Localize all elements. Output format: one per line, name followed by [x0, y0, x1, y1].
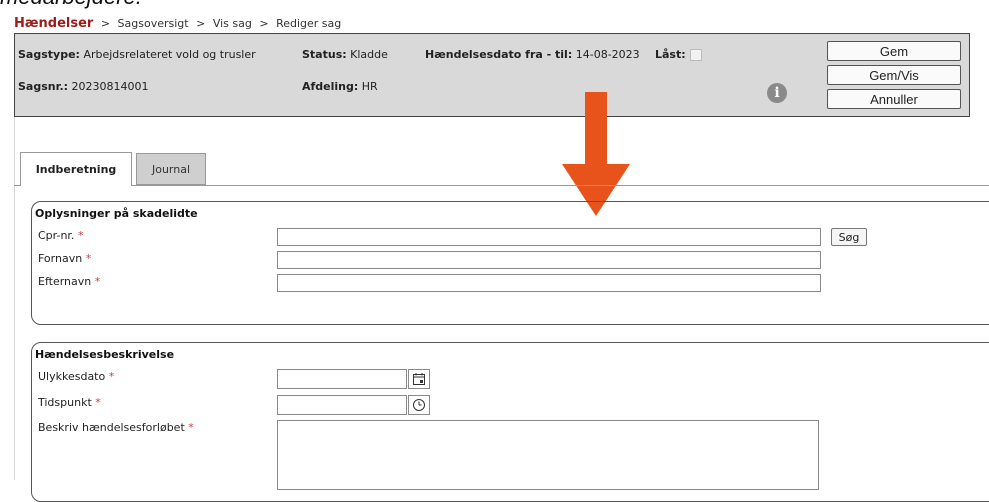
injured-section-title: Oplysninger på skadelidte [35, 207, 198, 220]
event-section-title: Hændelsesbeskrivelse [35, 348, 175, 361]
breadcrumb-item-rediger-sag: Rediger sag [276, 17, 342, 30]
case-number-value: 20230814001 [71, 80, 149, 93]
description-label-text: Beskriv hændelsesforløbet [38, 421, 185, 434]
clock-icon [413, 399, 425, 411]
last-name-label: Efternavn * [38, 275, 100, 288]
case-type: Sagstype: Arbejdsrelateret vold og trusl… [18, 48, 256, 61]
info-icon[interactable]: i [767, 83, 787, 103]
calendar-icon [413, 373, 425, 385]
case-number: Sagsnr.: 20230814001 [18, 80, 149, 93]
required-marker: * [94, 275, 101, 288]
time-label: Tidspunkt * [38, 396, 101, 409]
first-name-input[interactable] [277, 251, 821, 269]
breadcrumb-separator: > [100, 17, 111, 30]
cpr-input[interactable] [277, 228, 821, 246]
case-department-label: Afdeling: [302, 80, 359, 93]
save-button[interactable]: Gem [827, 41, 961, 61]
accident-date-label-text: Ulykkesdato [38, 370, 106, 383]
breadcrumb-root[interactable]: Hændelser [14, 16, 93, 31]
case-header: Sagstype: Arbejdsrelateret vold og trusl… [14, 33, 970, 117]
document-top-text: medarbejdere. [0, 0, 142, 10]
content-left-border [14, 117, 15, 480]
required-marker: * [77, 229, 84, 242]
breadcrumb: Hændelser > Sagsoversigt > Vis sag > Red… [14, 16, 341, 31]
case-type-value: Arbejdsrelateret vold og trusler [83, 48, 256, 61]
last-name-label-text: Efternavn [38, 275, 92, 288]
required-marker: * [95, 396, 101, 409]
cpr-label: Cpr-nr. * [38, 229, 83, 242]
case-date-range: Hændelsesdato fra - til: 14-08-2023 [425, 48, 640, 61]
tab-divider [14, 185, 989, 186]
clock-button[interactable] [408, 395, 430, 415]
arrow-down-icon [562, 92, 630, 216]
time-input[interactable] [277, 395, 407, 415]
tab-journal[interactable]: Journal [136, 153, 206, 185]
breadcrumb-separator: > [259, 17, 269, 30]
description-label: Beskriv hændelsesforløbet * [38, 421, 194, 434]
first-name-label-text: Fornavn [38, 252, 83, 265]
accident-date-input[interactable] [277, 369, 407, 389]
calendar-button[interactable] [408, 369, 430, 389]
first-name-label: Fornavn * [38, 252, 91, 265]
case-date-range-value: 14-08-2023 [575, 48, 640, 61]
tab-indberetning[interactable]: Indberetning [20, 152, 132, 186]
search-button[interactable]: Søg [831, 228, 867, 246]
case-date-range-label: Hændelsesdato fra - til: [425, 48, 573, 61]
breadcrumb-item-sagsoversigt[interactable]: Sagsoversigt [118, 17, 189, 30]
case-type-label: Sagstype: [18, 48, 80, 61]
time-label-text: Tidspunkt [38, 396, 92, 409]
breadcrumb-item-vis-sag[interactable]: Vis sag [213, 17, 252, 30]
breadcrumb-separator: > [196, 17, 206, 30]
cancel-button[interactable]: Annuller [827, 89, 961, 109]
case-locked: Låst: [655, 48, 702, 61]
required-marker: * [188, 421, 194, 434]
case-status-value: Kladde [350, 48, 388, 61]
case-department: Afdeling: HR [302, 80, 378, 93]
save-view-button[interactable]: Gem/Vis [827, 65, 961, 85]
case-department-value: HR [361, 80, 378, 93]
locked-checkbox[interactable] [689, 49, 702, 61]
case-locked-label: Låst: [655, 48, 686, 61]
accident-date-label: Ulykkesdato * [38, 370, 114, 383]
case-status-label: Status: [302, 48, 347, 61]
required-marker: * [85, 252, 92, 265]
last-name-input[interactable] [277, 274, 821, 292]
cpr-label-text: Cpr-nr. [38, 229, 75, 242]
case-number-label: Sagsnr.: [18, 80, 69, 93]
required-marker: * [108, 370, 115, 383]
case-status: Status: Kladde [302, 48, 388, 61]
